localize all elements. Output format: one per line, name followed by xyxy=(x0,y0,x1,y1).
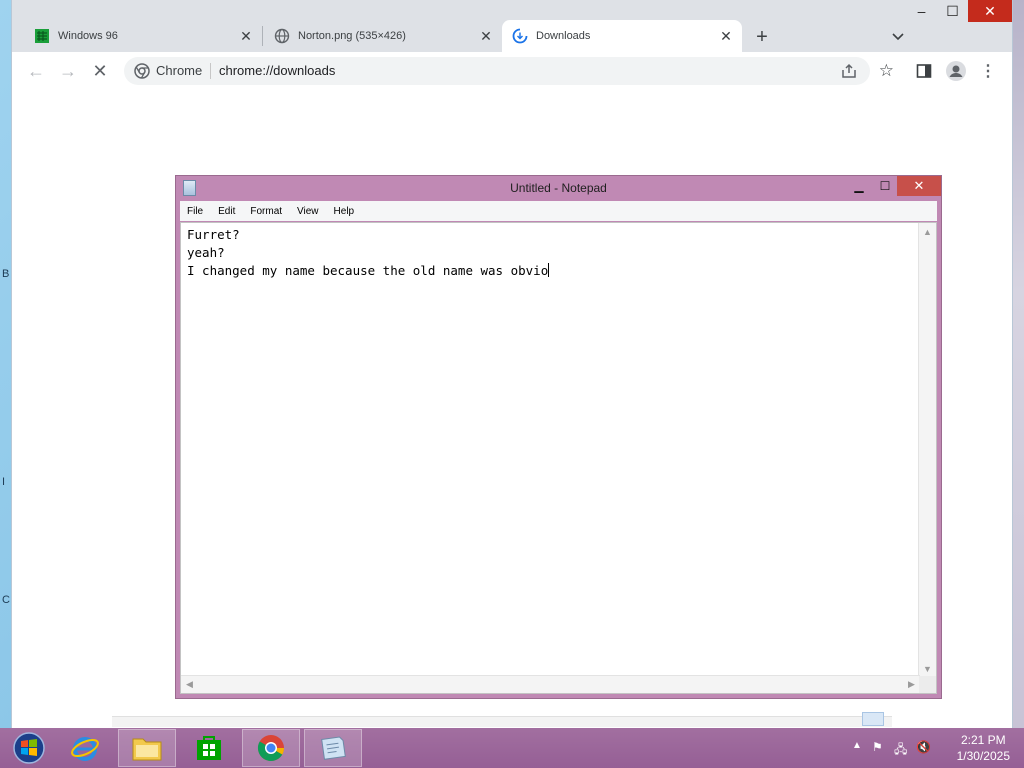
text-line: yeah? xyxy=(187,245,225,260)
tab-search-button[interactable] xyxy=(886,25,910,49)
folder-icon xyxy=(132,738,162,761)
avatar-icon xyxy=(946,61,966,81)
notepad-maximize-button[interactable]: ☐ xyxy=(872,176,898,196)
tab-downloads[interactable]: Downloads ✕ xyxy=(502,20,742,52)
globe-icon xyxy=(274,28,290,44)
desktop-edge-letter: I xyxy=(2,476,6,488)
downloads-loading-icon xyxy=(512,28,528,44)
network-icon[interactable]: 🖧 xyxy=(894,740,907,761)
notepad-minimize-button[interactable]: ▁ xyxy=(846,176,872,196)
vertical-scrollbar[interactable]: ▲ ▼ xyxy=(918,223,936,677)
store-icon xyxy=(197,736,221,760)
desktop-wallpaper-edge xyxy=(1012,0,1024,730)
scroll-down-arrow-icon[interactable]: ▼ xyxy=(919,660,936,677)
maximize-button[interactable]: ☐ xyxy=(937,0,968,22)
notepad-content: Furret? yeah? I changed my name because th… xyxy=(187,226,550,280)
scroll-left-arrow-icon[interactable]: ◀ xyxy=(181,676,198,693)
chrome-logo-icon xyxy=(134,63,150,79)
internet-explorer-icon xyxy=(71,737,99,761)
stop-loading-button[interactable]: ✕ xyxy=(88,59,112,83)
horizontal-scrollbar[interactable]: ◀ ▶ xyxy=(181,675,920,693)
notepad-taskbar-button[interactable] xyxy=(304,729,362,767)
downloads-shelf xyxy=(112,716,892,727)
menu-file[interactable]: File xyxy=(180,206,211,217)
resize-grip[interactable] xyxy=(919,676,936,693)
close-icon[interactable]: ✕ xyxy=(718,28,734,44)
action-center-flag-icon[interactable]: ⚑ xyxy=(872,740,883,754)
close-icon[interactable]: ✕ xyxy=(238,28,254,44)
omnibox-url[interactable]: chrome://downloads xyxy=(219,63,335,78)
internet-explorer-button[interactable] xyxy=(56,729,114,767)
new-tab-button[interactable]: + xyxy=(750,25,774,49)
menu-view[interactable]: View xyxy=(290,206,327,217)
side-panel-button[interactable] xyxy=(912,59,936,83)
start-orb-button[interactable] xyxy=(0,729,58,767)
windows96-favicon-icon xyxy=(34,28,50,44)
forward-button[interactable]: → xyxy=(56,59,80,83)
start-orb-icon xyxy=(13,732,45,764)
notepad-close-button[interactable]: ✕ xyxy=(897,176,941,196)
tab-title: Norton.png (535×426) xyxy=(298,30,406,42)
clock-date: 1/30/2025 xyxy=(956,749,1010,763)
notepad-menubar: File Edit Format View Help xyxy=(180,201,937,221)
notepad-titlebar[interactable]: Untitled - Notepad ▁ ☐ ✕ xyxy=(176,176,941,201)
chrome-taskbar-button[interactable] xyxy=(242,729,300,767)
close-icon[interactable]: ✕ xyxy=(478,28,494,44)
desktop-edge-letter: B xyxy=(2,268,10,280)
menu-edit[interactable]: Edit xyxy=(211,206,243,217)
back-button[interactable]: ← xyxy=(24,59,48,83)
text-line: I changed my name because the old name w… xyxy=(187,263,549,278)
clock-time: 2:21 PM xyxy=(960,733,1006,747)
window-controls: – ☐ ✕ xyxy=(906,0,1012,24)
notepad-title: Untitled - Notepad xyxy=(510,181,607,195)
menu-help[interactable]: Help xyxy=(327,206,363,217)
side-panel-icon xyxy=(916,64,932,78)
store-button[interactable] xyxy=(180,729,238,767)
taskbar-clock[interactable]: 2:21 PM 1/30/2025 xyxy=(957,732,1010,764)
volume-muted-icon[interactable]: 🔇 xyxy=(916,740,931,754)
desktop-edge-labels: B I C xyxy=(0,0,10,730)
bookmark-star-icon[interactable]: ☆ xyxy=(879,61,894,81)
tab-title: Downloads xyxy=(536,30,591,42)
omnibox[interactable]: Chrome chrome://downloads ☆ xyxy=(124,57,894,85)
tab-title: Windows 96 xyxy=(58,30,118,42)
tab-strip: – ☐ ✕ Windows 96 ✕ Norton.png (535×426) … xyxy=(12,0,1012,52)
kebab-menu-icon[interactable]: ⋮ xyxy=(976,59,1000,83)
chevron-down-icon xyxy=(892,33,904,41)
file-explorer-button[interactable] xyxy=(118,729,176,767)
omnibox-divider xyxy=(210,63,211,79)
scroll-right-arrow-icon[interactable]: ▶ xyxy=(903,676,920,693)
chrome-icon xyxy=(257,735,285,762)
tab-windows-96[interactable]: Windows 96 ✕ xyxy=(12,20,262,52)
text-line-with-caret: I changed my name because the old name w… xyxy=(187,262,550,280)
browser-toolbar: ← → ✕ Chrome chrome://downloads ☆ ⋮ xyxy=(12,52,1012,91)
system-tray: ▲ ⚑ 🖧 🔇 2:21 PM 1/30/2025 xyxy=(844,728,1024,768)
omnibox-site-label: Chrome xyxy=(156,63,203,78)
profile-avatar-button[interactable] xyxy=(944,59,968,83)
menu-format[interactable]: Format xyxy=(243,206,290,217)
text-caret xyxy=(548,263,550,277)
scroll-up-arrow-icon[interactable]: ▲ xyxy=(919,223,936,240)
notepad-icon xyxy=(321,736,346,760)
notepad-text-area[interactable]: Furret? yeah? I changed my name because th… xyxy=(180,222,937,694)
taskbar: ▲ ⚑ 🖧 🔇 2:21 PM 1/30/2025 xyxy=(0,728,1024,768)
close-window-button[interactable]: ✕ xyxy=(968,0,1012,22)
shelf-item-icon xyxy=(862,712,884,726)
desktop-edge-letter: C xyxy=(2,594,10,606)
text-line: Furret? xyxy=(187,227,240,242)
share-icon[interactable] xyxy=(840,62,858,80)
show-hidden-icons-icon[interactable]: ▲ xyxy=(852,740,862,751)
minimize-button[interactable]: – xyxy=(906,0,937,22)
tab-norton-png[interactable]: Norton.png (535×426) ✕ xyxy=(262,20,502,52)
notepad-window: Untitled - Notepad ▁ ☐ ✕ File Edit Forma… xyxy=(175,175,942,699)
